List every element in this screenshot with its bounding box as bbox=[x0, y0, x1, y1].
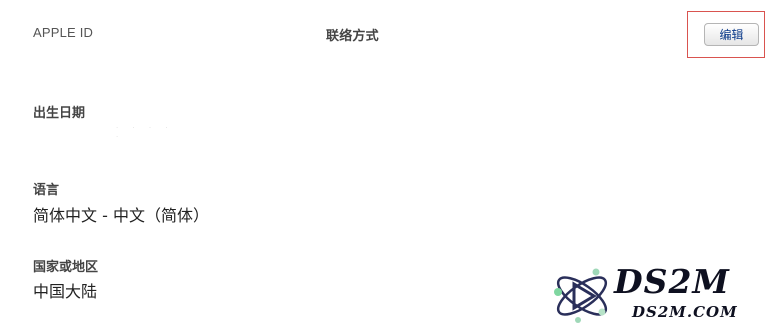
edit-button[interactable]: 编辑 bbox=[704, 23, 759, 46]
watermark-sub-text: DS2M.COM bbox=[632, 303, 738, 321]
birthday-value-redacted: . . . . . bbox=[116, 121, 174, 139]
country-value: 中国大陆 bbox=[33, 282, 98, 301]
atom-icon bbox=[554, 268, 608, 323]
ds2m-watermark-logo: DS2M DS2M.COM bbox=[550, 262, 765, 326]
apple-id-label: APPLE ID bbox=[33, 25, 94, 40]
country-label: 国家或地区 bbox=[33, 260, 99, 275]
birthday-label: 出生日期 bbox=[33, 106, 86, 121]
language-value: 简体中文 - 中文（简体） bbox=[33, 206, 209, 225]
language-label: 语言 bbox=[33, 183, 60, 198]
contact-label: 联络方式 bbox=[326, 28, 379, 43]
watermark-main-text: DS2M bbox=[614, 262, 730, 301]
